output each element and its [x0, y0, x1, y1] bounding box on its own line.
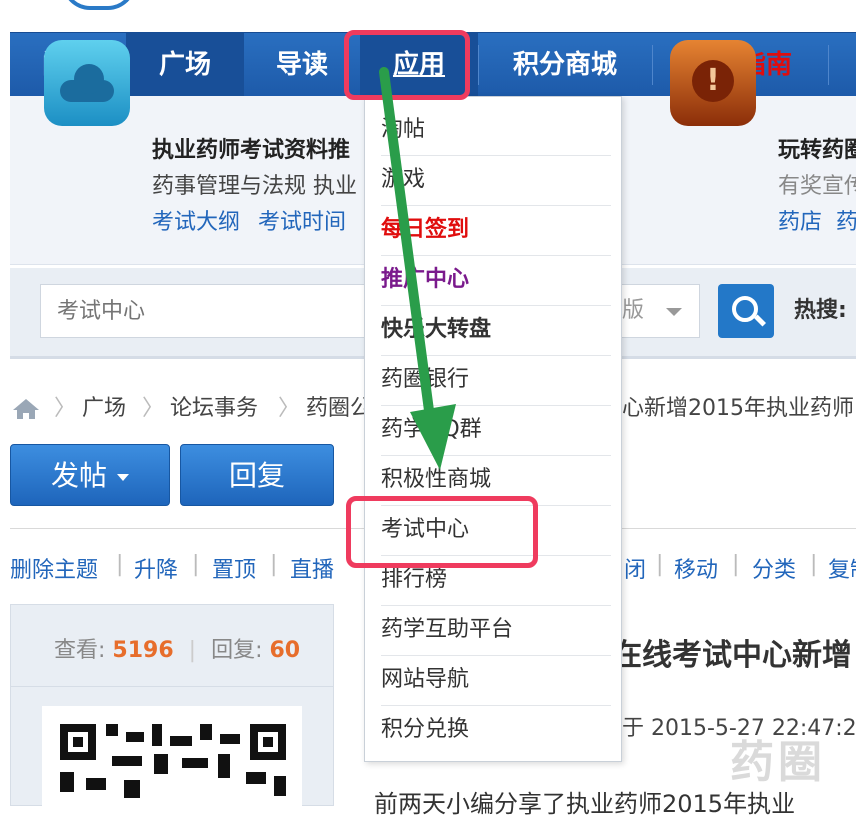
arrow-annotation [379, 67, 456, 470]
